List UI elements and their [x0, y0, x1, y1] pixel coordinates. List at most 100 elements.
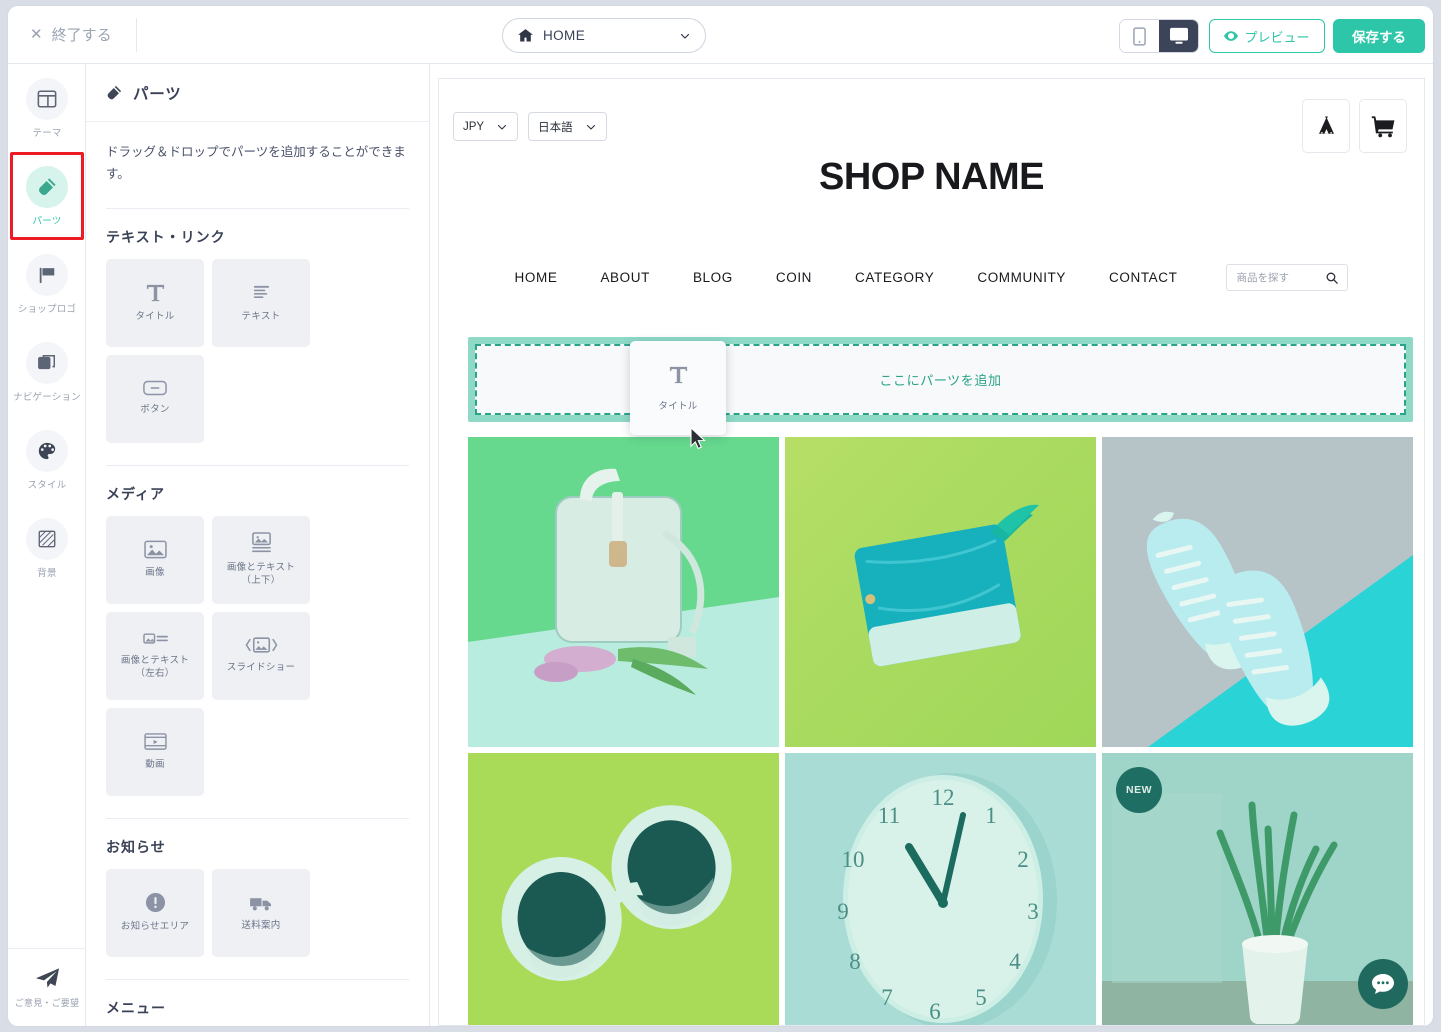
part-tile-notice-area[interactable]: お知らせエリア: [106, 868, 204, 957]
product-cell-sneakers[interactable]: [1102, 437, 1413, 747]
chat-button[interactable]: [1358, 959, 1408, 1009]
eye-icon: [1224, 31, 1239, 41]
parts-drop-zone[interactable]: ここにパーツを追加: [468, 337, 1413, 422]
svg-text:8: 8: [849, 949, 861, 974]
exit-label: 終了する: [51, 27, 112, 44]
mobile-icon: [1133, 26, 1146, 46]
product-cell-sunglasses[interactable]: [468, 753, 779, 1025]
nav-link-category[interactable]: CATEGORY: [855, 270, 934, 285]
nav-link-community[interactable]: COMMUNITY: [977, 270, 1066, 285]
product-cell-wall-clock[interactable]: 12 1 2 3 4 5 6 7 8 9 10 11: [785, 753, 1096, 1025]
tile-group-notice: お知らせエリア 送料案内: [86, 868, 429, 957]
rail-item-style[interactable]: スタイル: [8, 416, 86, 504]
slideshow-icon: [245, 636, 278, 654]
tent-button[interactable]: [1302, 99, 1350, 153]
storefront-nav: HOME ABOUT BLOG COIN CATEGORY COMMUNITY …: [439, 264, 1424, 291]
navigation-windows-icon: [26, 341, 68, 384]
home-icon: [518, 29, 533, 42]
dragging-part-tile-title[interactable]: タイトル: [630, 341, 726, 435]
rail-item-shop-logo[interactable]: ショップロゴ: [8, 240, 86, 328]
nav-link-contact[interactable]: CONTACT: [1109, 270, 1177, 285]
part-tile-text[interactable]: テキスト: [212, 258, 310, 347]
save-button[interactable]: 保存する: [1333, 19, 1425, 53]
group-title-notice: お知らせ: [106, 838, 166, 855]
mint-shoulder-bag-image: [468, 437, 779, 747]
rail-label-background: 背景: [37, 567, 57, 579]
currency-value: JPY: [463, 120, 485, 133]
page-selector[interactable]: HOME: [502, 18, 706, 53]
nav-link-coin[interactable]: COIN: [776, 270, 812, 285]
cart-icon: [1371, 115, 1394, 137]
storefront-icon-buttons: [1302, 99, 1407, 153]
part-tile-image[interactable]: 画像: [106, 515, 204, 604]
chat-bubble-icon: [1372, 974, 1394, 994]
parts-brush-icon: [26, 165, 68, 208]
page-selector-value: HOME: [543, 28, 586, 43]
device-toggle-mobile[interactable]: [1120, 20, 1159, 52]
svg-text:3: 3: [1027, 899, 1039, 924]
part-tile-title[interactable]: タイトル: [106, 258, 204, 347]
rail-label-theme: テーマ: [32, 127, 62, 139]
text-title-icon: [145, 282, 166, 303]
rail-item-theme[interactable]: テーマ: [8, 64, 86, 152]
part-tile-label: タイトル: [135, 310, 175, 322]
part-tile-image-text-horizontal[interactable]: 画像とテキスト （左右）: [106, 611, 204, 700]
svg-text:1: 1: [985, 803, 997, 828]
search-icon: [1327, 272, 1339, 284]
theme-icon: [26, 77, 68, 120]
currency-select[interactable]: JPY: [453, 112, 519, 141]
save-label: 保存する: [1352, 30, 1406, 45]
parts-panel-title: パーツ: [133, 85, 182, 103]
image-text-horizontal-icon: [142, 631, 168, 647]
drop-zone-label: ここにパーツを追加: [879, 373, 1002, 388]
rail-item-background[interactable]: 背景: [8, 504, 86, 592]
turquoise-sneakers-image: [1102, 437, 1413, 747]
language-value: 日本語: [538, 121, 573, 134]
part-tile-video[interactable]: 動画: [106, 707, 204, 796]
video-icon: [143, 732, 167, 751]
shipping-truck-icon: [249, 893, 274, 912]
rail-label-shop-logo: ショップロゴ: [17, 303, 77, 315]
product-search-placeholder: 商品を探す: [1236, 272, 1289, 284]
cart-button[interactable]: [1359, 99, 1407, 153]
nav-link-blog[interactable]: BLOG: [693, 270, 733, 285]
product-cell-clutch-bag[interactable]: [785, 437, 1096, 747]
image-text-vertical-icon: [250, 532, 273, 554]
mint-sunglasses-image: [468, 753, 779, 1025]
part-tile-label: テキスト: [241, 310, 281, 322]
language-select[interactable]: 日本語: [528, 112, 607, 141]
product-grid: 12 1 2 3 4 5 6 7 8 9 10 11 NEW: [468, 437, 1413, 1025]
rail-label-parts: パーツ: [32, 215, 62, 227]
part-tile-button[interactable]: ボタン: [106, 354, 204, 443]
nav-link-home[interactable]: HOME: [515, 270, 558, 285]
part-tile-image-text-vertical[interactable]: 画像とテキスト （上下）: [212, 515, 310, 604]
product-search-input[interactable]: 商品を探す: [1226, 264, 1349, 291]
svg-text:9: 9: [837, 899, 849, 924]
text-lines-icon: [251, 282, 272, 303]
nav-link-about[interactable]: ABOUT: [600, 270, 650, 285]
top-bar-divider: [135, 17, 137, 52]
new-badge-label: NEW: [1126, 784, 1152, 796]
desktop-icon: [1169, 27, 1188, 44]
product-cell-shoulder-bag[interactable]: [468, 437, 779, 747]
shop-logo-flag-icon: [26, 253, 68, 296]
feedback-button[interactable]: ご意見・ご要望: [8, 948, 86, 1026]
device-toggle[interactable]: [1119, 19, 1199, 53]
part-tile-slideshow[interactable]: スライドショー: [212, 611, 310, 700]
preview-button[interactable]: プレビュー: [1209, 19, 1325, 53]
paper-plane-icon: [35, 967, 59, 988]
part-tile-label: ボタン: [140, 404, 170, 416]
part-tile-shipping-info[interactable]: 送料案内: [212, 868, 310, 957]
storefront-selectors: JPY 日本語: [453, 112, 607, 141]
exit-button[interactable]: ✕ 終了する: [24, 20, 118, 49]
style-palette-icon: [26, 429, 68, 472]
group-title-text-link: テキスト・リンク: [106, 228, 226, 245]
rail-item-navigation[interactable]: ナビゲーション: [8, 328, 86, 416]
parts-panel-description: ドラッグ＆ドロップでパーツを追加することができます。: [106, 145, 406, 181]
notice-exclamation-icon: [145, 892, 166, 913]
device-toggle-desktop[interactable]: [1159, 20, 1198, 52]
chevron-down-icon: [586, 124, 595, 130]
svg-text:12: 12: [932, 785, 955, 810]
builder-app: ✕ 終了する HOME プレビュー 保存する テーマ パーツ ショップロゴ ナビ…: [8, 6, 1433, 1026]
rail-item-parts[interactable]: パーツ: [8, 152, 86, 240]
